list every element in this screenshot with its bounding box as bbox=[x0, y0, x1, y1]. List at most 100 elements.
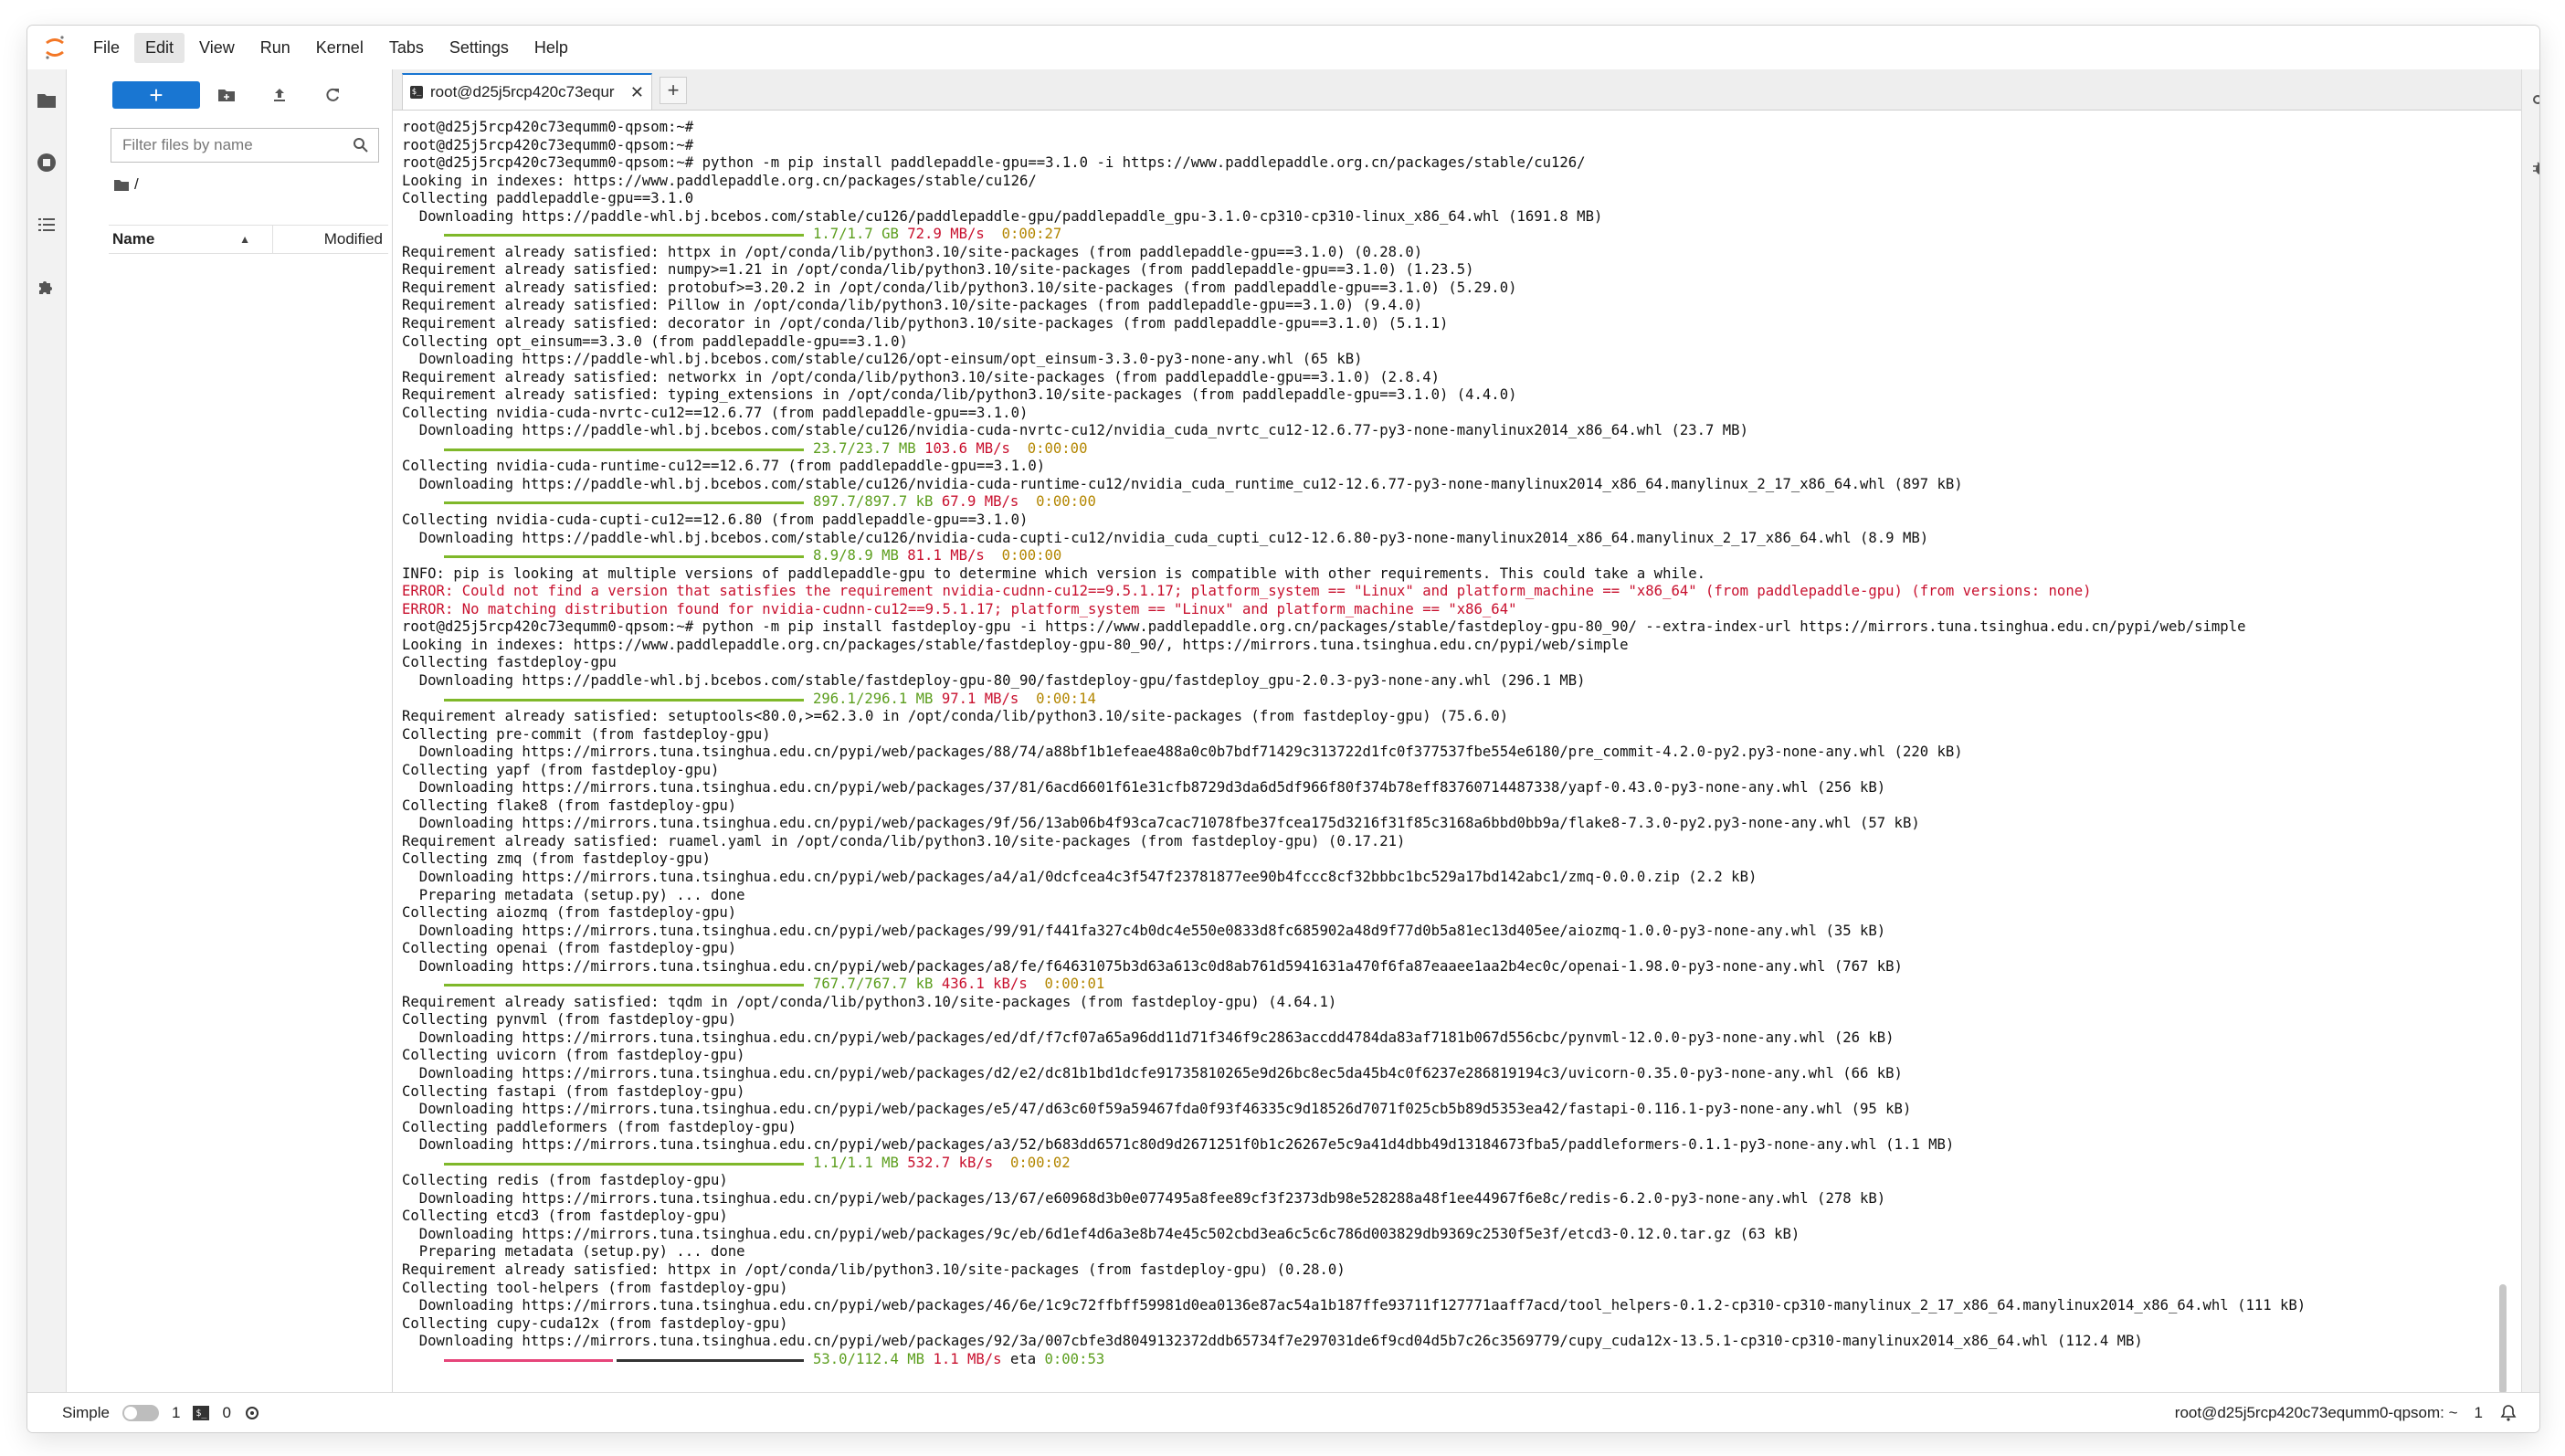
terminal-line: Downloading https://paddle-whl.bj.bcebos… bbox=[402, 475, 1963, 492]
property-inspector-tab[interactable] bbox=[2522, 69, 2539, 135]
progress-bar bbox=[444, 234, 804, 237]
kernel-gear-icon bbox=[245, 1407, 259, 1419]
jupyter-logo-icon bbox=[27, 26, 82, 69]
progress-stats: 897.7/897.7 kB 67.9 MB/s 0:00:00 bbox=[813, 493, 1096, 512]
progress-line: 296.1/296.1 MB 97.1 MB/s 0:00:14 bbox=[402, 691, 2512, 709]
terminal-line: Requirement already satisfied: setuptool… bbox=[402, 708, 1509, 725]
terminal-line: Collecting uvicorn (from fastdeploy-gpu) bbox=[402, 1047, 745, 1064]
terminal-view[interactable]: root@d25j5rcp420c73equmm0-qpsom:~# root@d… bbox=[402, 119, 2512, 1376]
add-tab-button[interactable]: + bbox=[660, 77, 687, 104]
progress-bar bbox=[444, 698, 804, 702]
new-folder-button[interactable] bbox=[200, 81, 253, 109]
menu-tabs[interactable]: Tabs bbox=[378, 33, 435, 63]
sort-ascending-icon: ▲ bbox=[239, 233, 250, 246]
error-line: ERROR: Could not find a version that sat… bbox=[402, 583, 2092, 600]
terminal-line: Collecting cupy-cuda12x (from fastdeploy… bbox=[402, 1314, 788, 1332]
terminal-line: Downloading https://paddle-whl.bj.bcebos… bbox=[402, 671, 1586, 689]
folder-icon[interactable] bbox=[114, 178, 129, 191]
terminal-line: Collecting fastdeploy-gpu bbox=[402, 654, 617, 671]
jupyterlab-window: File Edit View Run Kernel Tabs Settings … bbox=[27, 26, 2539, 1432]
menu-file[interactable]: File bbox=[82, 33, 131, 63]
download-size: 1.7/1.7 GB bbox=[813, 226, 899, 243]
file-filter-box bbox=[111, 128, 379, 163]
menu-run[interactable]: Run bbox=[249, 33, 301, 63]
terminal-line: Collecting paddlepaddle-gpu==3.1.0 bbox=[402, 190, 694, 207]
progress-line: 897.7/897.7 kB 67.9 MB/s 0:00:00 bbox=[402, 493, 2512, 512]
menu-help[interactable]: Help bbox=[523, 33, 579, 63]
bug-icon bbox=[2533, 162, 2539, 174]
puzzle-icon bbox=[39, 281, 52, 294]
terminal-line: Requirement already satisfied: numpy>=1.… bbox=[402, 261, 1474, 279]
toc-tab[interactable] bbox=[27, 194, 66, 256]
terminal-line: Preparing metadata (setup.py) ... done bbox=[402, 886, 745, 903]
progress-stats: 767.7/767.7 kB 436.1 kB/s 0:00:01 bbox=[813, 976, 1104, 994]
download-size: 767.7/767.7 kB bbox=[813, 976, 934, 993]
refresh-button[interactable] bbox=[306, 81, 359, 109]
terminal-output: root@d25j5rcp420c73equmm0-qpsom:~# root@d… bbox=[402, 119, 2512, 1368]
progress-bar bbox=[444, 555, 804, 559]
search-icon bbox=[354, 138, 368, 153]
debugger-tab[interactable] bbox=[2522, 135, 2539, 201]
error-line: ERROR: No matching distribution found fo… bbox=[402, 600, 1517, 617]
new-folder-icon bbox=[218, 90, 235, 101]
simple-mode-toggle[interactable] bbox=[121, 1405, 159, 1421]
download-time: 0:00:00 bbox=[1036, 493, 1096, 511]
tab-terminal[interactable]: $_ root@d25j5rcp420c73equr ✕ bbox=[402, 73, 652, 110]
notification-count[interactable]: 1 bbox=[2475, 1404, 2483, 1422]
terminal-line: Collecting nvidia-cuda-runtime-cu12==12.… bbox=[402, 458, 1046, 475]
upload-button[interactable] bbox=[253, 81, 306, 109]
terminal-line: Collecting zmq (from fastdeploy-gpu) bbox=[402, 850, 711, 868]
progress-line: 1.7/1.7 GB 72.9 MB/s 0:00:27 bbox=[402, 226, 2512, 244]
progress-bar bbox=[444, 501, 804, 505]
download-speed: 436.1 kB/s bbox=[941, 976, 1028, 993]
terminal-line: Requirement already satisfied: networkx … bbox=[402, 368, 1440, 385]
bell-icon[interactable] bbox=[2499, 1404, 2518, 1422]
terminal-line: Collecting yapf (from fastdeploy-gpu) bbox=[402, 761, 720, 778]
progress-stats: 1.7/1.7 GB 72.9 MB/s 0:00:27 bbox=[813, 226, 1061, 244]
upload-icon bbox=[274, 89, 285, 101]
terminals-count[interactable]: 1 bbox=[172, 1404, 180, 1422]
menu-kernel[interactable]: Kernel bbox=[305, 33, 375, 63]
terminal-line: Downloading https://mirrors.tuna.tsinghu… bbox=[402, 744, 1963, 761]
close-icon[interactable]: ✕ bbox=[630, 83, 644, 102]
folder-icon bbox=[37, 94, 56, 108]
download-speed: 72.9 MB/s bbox=[907, 226, 985, 243]
terminal-icon: $_ bbox=[410, 86, 423, 99]
menu-edit[interactable]: Edit bbox=[134, 32, 185, 63]
terminal-line: Downloading https://mirrors.tuna.tsinghu… bbox=[402, 1189, 1886, 1207]
download-size: 53.0/112.4 MB bbox=[813, 1350, 925, 1367]
file-browser-toolbar: + bbox=[67, 69, 392, 121]
terminal-line: Requirement already satisfied: decorator… bbox=[402, 315, 1449, 332]
new-launcher-button[interactable]: + bbox=[112, 81, 200, 109]
progress-line: 23.7/23.7 MB 103.6 MB/s 0:00:00 bbox=[402, 440, 2512, 459]
progress-line: 767.7/767.7 kB 436.1 kB/s 0:00:01 bbox=[402, 976, 2512, 994]
download-speed: 1.1 MB/s bbox=[933, 1350, 1002, 1367]
terminal-line: Downloading https://mirrors.tuna.tsinghu… bbox=[402, 868, 1758, 885]
progress-stats: 23.7/23.7 MB 103.6 MB/s 0:00:00 bbox=[813, 440, 1087, 459]
terminal-line: Collecting aiozmq (from fastdeploy-gpu) bbox=[402, 904, 737, 922]
terminal-line: Requirement already satisfied: tqdm in /… bbox=[402, 993, 1337, 1010]
terminal-line: Preparing metadata (setup.py) ... done bbox=[402, 1243, 745, 1261]
gears-icon bbox=[2533, 95, 2539, 104]
file-filter-input[interactable] bbox=[121, 135, 353, 155]
menu-view[interactable]: View bbox=[188, 33, 246, 63]
file-browser-tab[interactable] bbox=[27, 69, 66, 132]
menu-settings[interactable]: Settings bbox=[438, 33, 520, 63]
extensions-tab[interactable] bbox=[27, 256, 66, 318]
terminal-line: Downloading https://paddle-whl.bj.bcebos… bbox=[402, 207, 1603, 225]
breadcrumb-root[interactable]: / bbox=[134, 175, 139, 194]
breadcrumb: / bbox=[114, 174, 392, 195]
terminal-line: root@d25j5rcp420c73equmm0-qpsom:~# pytho… bbox=[402, 618, 2246, 636]
column-header-name[interactable]: Name ▲ bbox=[109, 226, 273, 253]
terminal-scrollbar[interactable] bbox=[2499, 1284, 2507, 1394]
running-tab[interactable] bbox=[27, 132, 66, 194]
terminal-line: Downloading https://mirrors.tuna.tsinghu… bbox=[402, 922, 1886, 939]
kernels-count[interactable]: 0 bbox=[222, 1404, 230, 1422]
terminal-line: Downloading https://mirrors.tuna.tsinghu… bbox=[402, 815, 1920, 832]
column-header-modified[interactable]: Modified bbox=[273, 230, 388, 248]
terminal-line: Downloading https://mirrors.tuna.tsinghu… bbox=[402, 957, 1903, 975]
download-time: 0:00:00 bbox=[1001, 547, 1062, 564]
terminal-line: Collecting tool-helpers (from fastdeploy… bbox=[402, 1279, 788, 1296]
progress-stats: 8.9/8.9 MB 81.1 MB/s 0:00:00 bbox=[813, 547, 1061, 565]
progress-bar bbox=[444, 984, 804, 987]
